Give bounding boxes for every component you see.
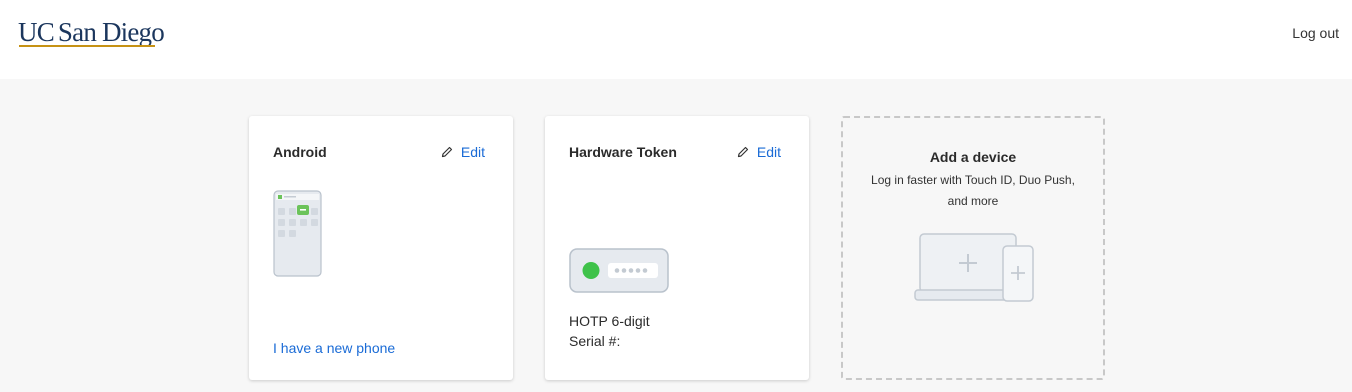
- edit-label: Edit: [460, 144, 485, 160]
- edit-device-button[interactable]: Edit: [737, 144, 781, 160]
- top-header: UC San Diego Log out: [0, 0, 1352, 79]
- logo-text-uc: UC: [18, 17, 55, 47]
- pencil-icon: [441, 146, 452, 158]
- add-device-card[interactable]: Add a device Log in faster with Touch ID…: [841, 116, 1105, 380]
- logout-link[interactable]: Log out: [1292, 25, 1339, 41]
- android-phone-icon: [273, 190, 322, 277]
- edit-label: Edit: [756, 144, 781, 160]
- hardware-token-icon: [569, 248, 669, 293]
- add-device-icon: [914, 233, 1034, 302]
- pencil-icon: [737, 146, 748, 158]
- token-details: HOTP 6-digit Serial #:: [569, 311, 650, 351]
- device-name: Android: [273, 144, 327, 160]
- add-device-title: Add a device: [929, 149, 1017, 165]
- device-card-hardware-token: Hardware Token Edit HOTP 6-digit Serial …: [545, 116, 809, 380]
- uc-san-diego-logo[interactable]: UC San Diego: [18, 17, 165, 47]
- logo-text-san-diego: San Diego: [57, 17, 165, 47]
- token-type: HOTP 6-digit: [569, 313, 650, 329]
- device-name: Hardware Token: [569, 144, 677, 160]
- new-phone-link[interactable]: I have a new phone: [273, 340, 395, 356]
- token-serial: Serial #:: [569, 333, 621, 349]
- add-device-subtitle: Log in faster with Touch ID, Duo Push, a…: [871, 173, 1075, 208]
- logo-underline: [19, 45, 155, 47]
- edit-device-button[interactable]: Edit: [441, 144, 485, 160]
- device-card-android: Android Edit I have a new phone: [249, 116, 513, 380]
